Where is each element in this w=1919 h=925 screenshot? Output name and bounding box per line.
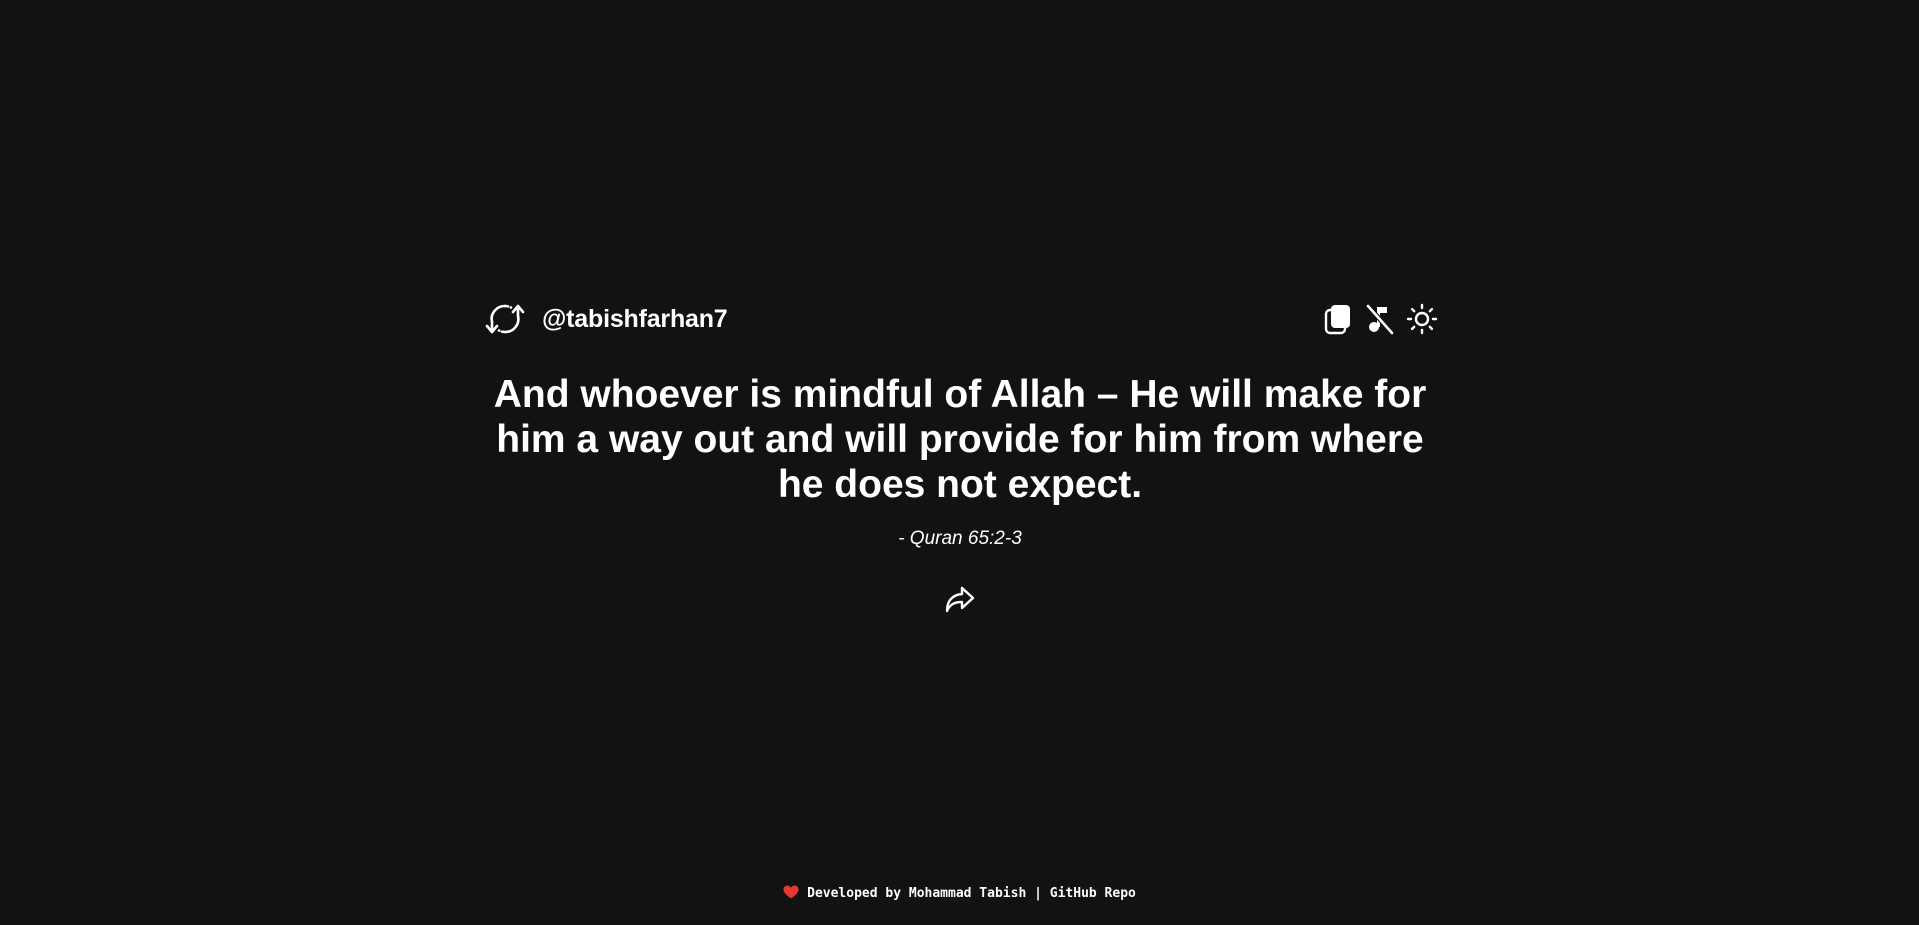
refresh-cycle-icon — [485, 304, 525, 334]
music-off-icon — [1366, 304, 1394, 335]
username-link[interactable]: @tabishfarhan7 — [542, 305, 728, 333]
github-repo-link[interactable]: GitHub Repo — [1050, 886, 1136, 901]
new-quote-button[interactable] — [482, 296, 528, 342]
developer-link[interactable]: Developed by Mohammad Tabish — [807, 886, 1026, 901]
copy-icon — [1324, 305, 1350, 335]
footer-separator: | — [1034, 886, 1042, 901]
heart-icon — [783, 885, 799, 906]
quote-source: - Quran 65:2-3 — [898, 528, 1022, 549]
quote-text: And whoever is mindful of Allah – He wil… — [493, 373, 1427, 506]
share-button[interactable] — [942, 582, 978, 618]
quote-page: @tabishfarhan7 And whoever is mindful of… — [0, 0, 1919, 925]
footer: Developed by Mohammad Tabish | GitHub Re… — [0, 884, 1919, 906]
quote-header: @tabishfarhan7 — [482, 296, 1438, 342]
theme-toggle-button[interactable] — [1406, 302, 1438, 336]
copy-button[interactable] — [1322, 302, 1354, 336]
music-toggle-button[interactable] — [1364, 302, 1396, 336]
share-icon — [945, 586, 975, 613]
sun-icon — [1406, 303, 1438, 335]
header-actions — [1312, 296, 1438, 342]
